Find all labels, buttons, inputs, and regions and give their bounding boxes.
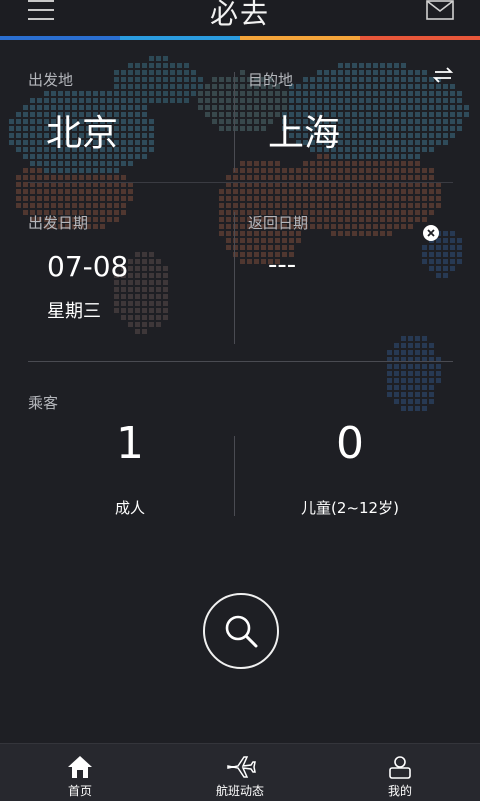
return-date[interactable]: ---	[268, 250, 296, 280]
section-divider-top	[28, 182, 453, 183]
nav-mine-label: 我的	[387, 784, 412, 798]
profile-icon	[389, 756, 411, 779]
adult-label: 成人	[114, 499, 145, 517]
swap-icon[interactable]	[432, 66, 454, 84]
bottom-nav: 首页 航班动态 我的	[0, 743, 480, 801]
nav-flight-status-label: 航班动态	[215, 784, 264, 798]
passenger-divider	[234, 436, 235, 516]
child-count[interactable]: 0	[290, 418, 410, 469]
nav-home[interactable]: 首页	[30, 744, 130, 801]
destination-label: 目的地	[248, 71, 294, 89]
home-icon	[68, 756, 92, 778]
passengers-label: 乘客	[28, 394, 59, 412]
search-button[interactable]	[203, 593, 279, 669]
origin-label: 出发地	[28, 71, 74, 89]
child-label: 儿童(2~12岁)	[301, 499, 399, 517]
depart-date[interactable]: 07-08	[47, 250, 128, 283]
accent-strip	[0, 36, 480, 40]
clear-icon[interactable]	[422, 224, 440, 242]
nav-mine[interactable]: 我的	[350, 744, 450, 801]
depart-date-label: 出发日期	[28, 214, 89, 232]
mail-icon[interactable]	[426, 0, 454, 20]
adult-count[interactable]: 1	[70, 418, 190, 469]
plane-icon	[227, 756, 256, 778]
nav-home-label: 首页	[67, 784, 92, 798]
depart-weekday: 星期三	[47, 301, 101, 322]
origin-city[interactable]: 北京	[46, 104, 118, 156]
destination-city[interactable]: 上海	[268, 104, 340, 156]
section-divider-middle	[28, 361, 453, 362]
app-title: 必去	[209, 0, 270, 30]
city-divider	[234, 72, 235, 172]
top-bar: 必去	[0, 0, 480, 36]
search-icon	[225, 615, 258, 648]
return-date-label: 返回日期	[248, 214, 309, 232]
nav-flight-status[interactable]: 航班动态	[190, 744, 290, 801]
date-divider	[234, 212, 235, 344]
